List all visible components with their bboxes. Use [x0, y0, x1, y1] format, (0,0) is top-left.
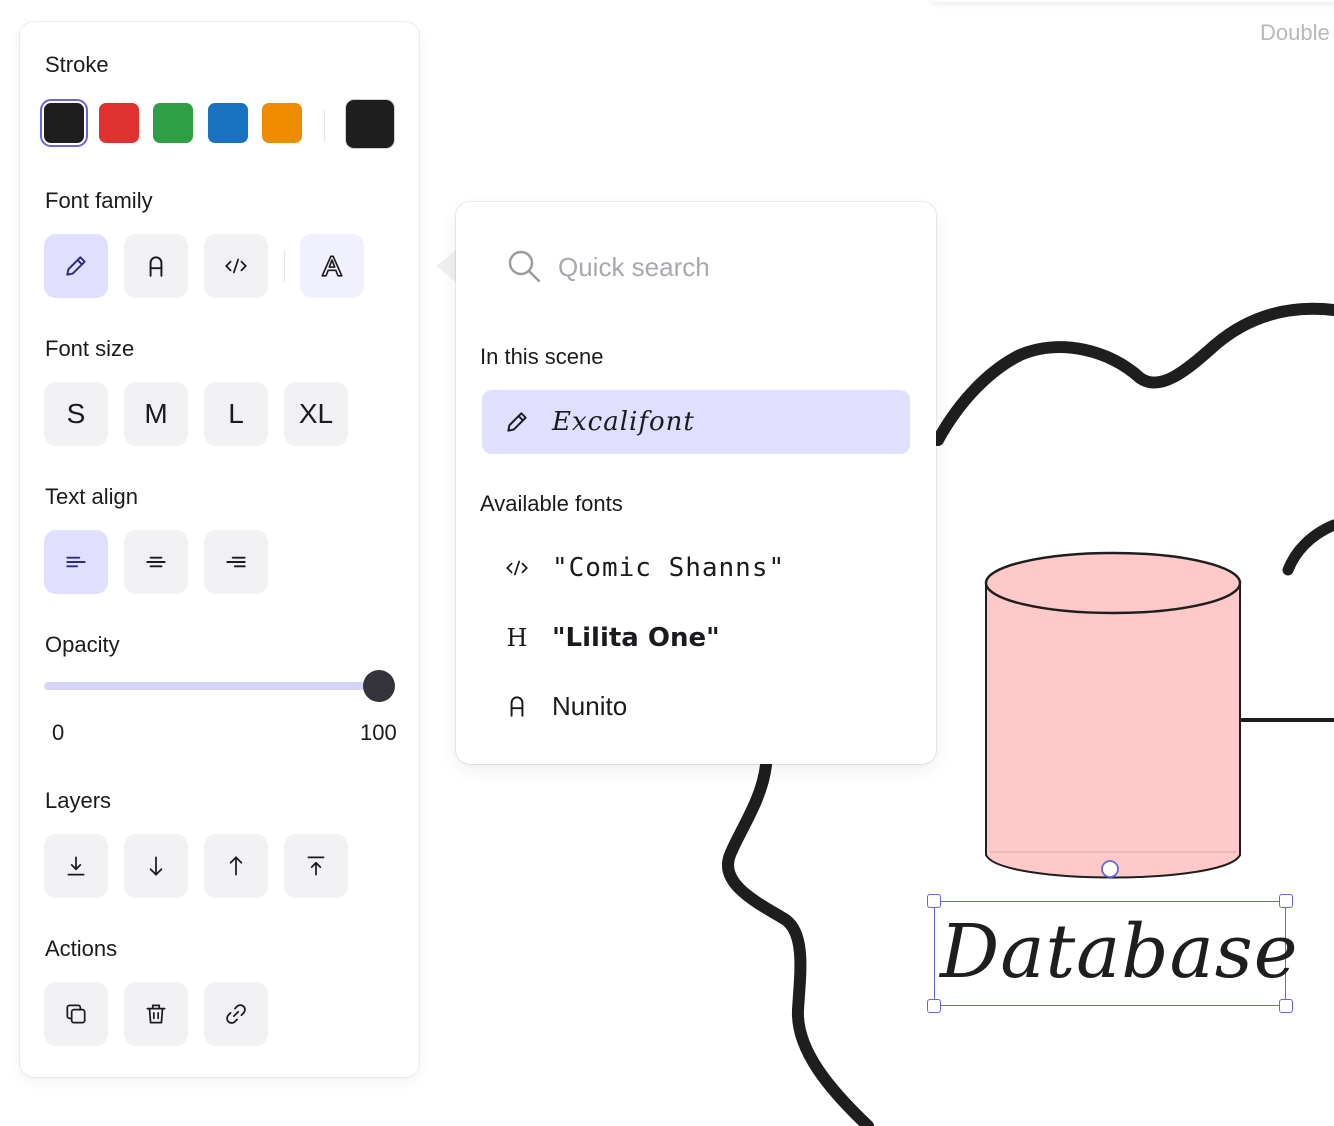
- font-outline-a-icon: [321, 255, 343, 277]
- font-hand-drawn-button[interactable]: [44, 234, 108, 298]
- font-picker-popover: In this scene Excalifont Available fonts…: [456, 202, 936, 764]
- properties-panel: Stroke Font family Font size S M L XL Te…: [20, 22, 419, 1077]
- send-to-back-icon: [67, 856, 85, 876]
- resize-handle-sw[interactable]: [927, 999, 941, 1013]
- arrow-down-icon: [149, 856, 163, 876]
- arrow-up-icon: [229, 856, 243, 876]
- font-size-s-button[interactable]: S: [44, 382, 108, 446]
- pencil-icon: [66, 256, 86, 276]
- stroke-swatch-orange[interactable]: [262, 103, 302, 143]
- duplicate-icon: [66, 1004, 86, 1024]
- font-family-label: Font family: [45, 188, 153, 213]
- align-center-icon: [146, 556, 166, 568]
- code-icon: [482, 555, 552, 581]
- send-to-back-button[interactable]: [44, 834, 108, 898]
- bring-forward-button[interactable]: [204, 834, 268, 898]
- align-left-button[interactable]: [44, 530, 108, 594]
- opacity-min: 0: [52, 720, 65, 745]
- stroke-swatch-red[interactable]: [99, 103, 139, 143]
- opacity-slider-thumb[interactable]: [363, 670, 395, 702]
- stroke-color-picker[interactable]: [345, 99, 395, 149]
- align-right-button[interactable]: [204, 530, 268, 594]
- font-option-name: Excalifont: [552, 407, 695, 437]
- popover-arrow: [436, 250, 456, 282]
- font-search-input[interactable]: [556, 246, 900, 288]
- font-a-icon: [482, 693, 552, 719]
- font-code-button[interactable]: [204, 234, 268, 298]
- align-left-icon: [66, 556, 86, 568]
- font-option-name: "Comic Shanns": [552, 553, 786, 583]
- in-scene-label: In this scene: [480, 344, 604, 369]
- resize-handle-nw[interactable]: [927, 894, 941, 908]
- resize-handle-se[interactable]: [1279, 999, 1293, 1013]
- swatch-divider: [324, 110, 325, 142]
- pencil-icon: [482, 409, 552, 435]
- cloud-stroke-right: [1282, 519, 1334, 576]
- font-size-xl-button[interactable]: XL: [284, 382, 348, 446]
- font-normal-button[interactable]: [124, 234, 188, 298]
- stroke-label: Stroke: [45, 52, 109, 77]
- database-cylinder[interactable]: [984, 551, 1242, 879]
- font-option-nunito[interactable]: Nunito: [482, 674, 910, 738]
- canvas-hint: Double: [1260, 20, 1330, 45]
- actions-label: Actions: [45, 936, 118, 961]
- font-a-icon: [149, 256, 163, 277]
- stroke-swatch-black[interactable]: [40, 99, 88, 147]
- opacity-label: Opacity: [45, 632, 120, 657]
- layers-label: Layers: [45, 788, 112, 813]
- cloud-stroke-bottom: [722, 759, 874, 1126]
- font-family-divider: [284, 250, 285, 282]
- more-fonts-button[interactable]: [300, 234, 364, 298]
- binding-handle[interactable]: [1101, 860, 1119, 878]
- available-fonts-label: Available fonts: [480, 491, 623, 516]
- duplicate-button[interactable]: [44, 982, 108, 1046]
- bring-to-front-button[interactable]: [284, 834, 348, 898]
- font-option-comic-shanns[interactable]: "Comic Shanns": [482, 536, 910, 600]
- database-label[interactable]: Database: [940, 902, 1298, 1002]
- heading-icon: H: [506, 624, 528, 652]
- code-icon: [225, 258, 247, 274]
- top-toolbar-edge: [930, 0, 1334, 2]
- align-center-button[interactable]: [124, 530, 188, 594]
- search-icon: [508, 250, 541, 283]
- font-size-m-button[interactable]: M: [124, 382, 188, 446]
- font-option-lilita-one[interactable]: H "Lilita One": [482, 606, 910, 670]
- font-size-l-button[interactable]: L: [204, 382, 268, 446]
- opacity-slider-track[interactable]: [44, 682, 380, 690]
- stroke-swatch-green[interactable]: [153, 103, 193, 143]
- link-button[interactable]: [204, 982, 268, 1046]
- resize-handle-ne[interactable]: [1279, 894, 1293, 908]
- send-backward-button[interactable]: [124, 834, 188, 898]
- link-icon: [226, 1004, 246, 1024]
- delete-button[interactable]: [124, 982, 188, 1046]
- font-size-label: Font size: [45, 336, 135, 361]
- bring-to-front-icon: [307, 856, 325, 876]
- opacity-max: 100: [360, 720, 397, 745]
- font-option-excalifont[interactable]: Excalifont: [482, 390, 910, 454]
- trash-icon: [146, 1004, 166, 1024]
- font-option-name: Nunito: [552, 690, 628, 721]
- text-align-label: Text align: [45, 484, 138, 509]
- align-right-icon: [226, 556, 246, 568]
- stroke-swatch-blue[interactable]: [208, 103, 248, 143]
- cloud-stroke-top: [932, 302, 1334, 446]
- font-option-name: "Lilita One": [552, 623, 720, 653]
